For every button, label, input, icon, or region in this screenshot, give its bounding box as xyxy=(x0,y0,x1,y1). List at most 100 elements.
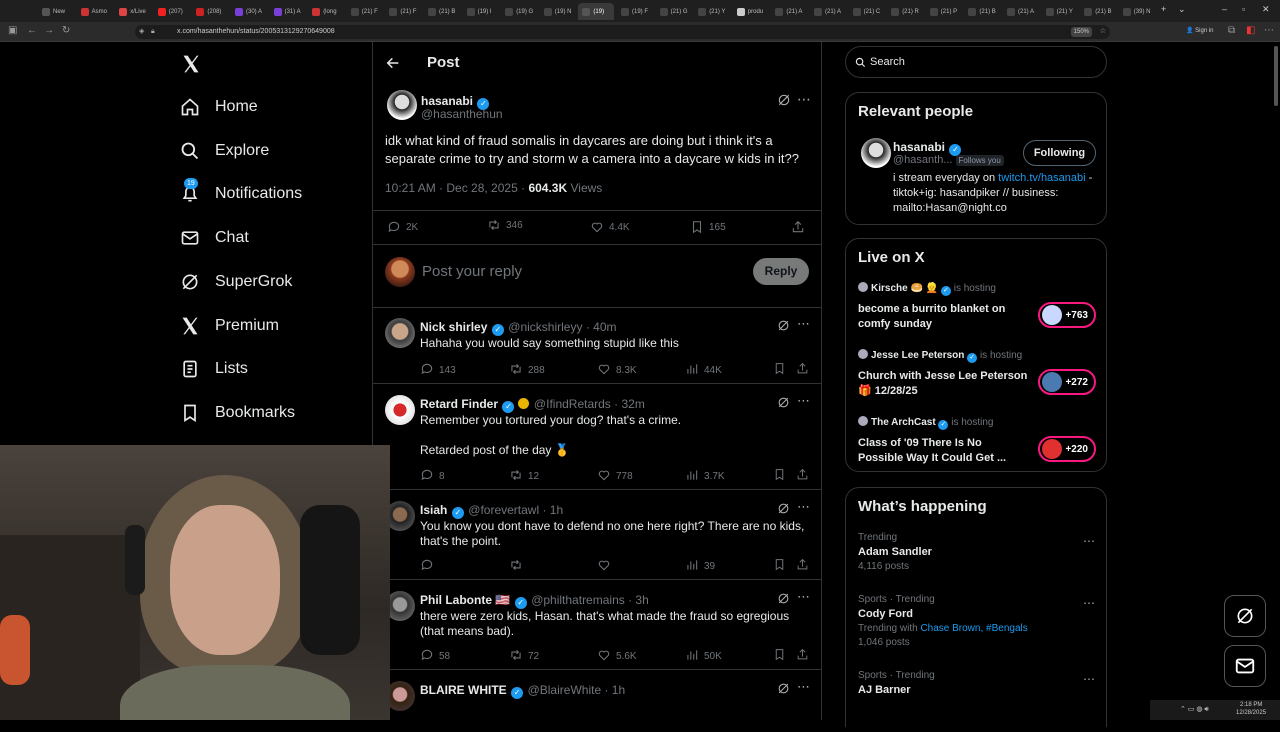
minimize-button[interactable]: – xyxy=(1222,4,1227,14)
browser-tab[interactable]: (21) Y xyxy=(694,3,730,20)
clock-date[interactable]: 12/28/2025 xyxy=(1236,710,1266,716)
browser-tab[interactable]: (19) I xyxy=(463,3,499,20)
like-button[interactable]: 5.6K xyxy=(597,648,637,665)
post-author-avatar[interactable] xyxy=(387,90,417,120)
share-icon[interactable] xyxy=(796,648,809,666)
extension-red-icon[interactable]: ◧ xyxy=(1246,25,1255,36)
views-button[interactable]: 3.7K xyxy=(685,468,725,485)
post-author-handle[interactable]: @hasanthehun xyxy=(421,107,503,121)
browser-tab[interactable]: (39) N xyxy=(1119,3,1155,20)
grok-icon[interactable] xyxy=(777,93,791,107)
zoom-badge[interactable]: 150% xyxy=(1070,27,1092,37)
more-icon[interactable]: ⋯ xyxy=(1083,534,1095,548)
back-icon[interactable]: ← xyxy=(27,25,37,36)
repost-button[interactable]: 346 xyxy=(487,218,523,232)
browser-tab[interactable]: (30) A xyxy=(231,3,267,20)
browser-tab[interactable]: (21) R xyxy=(887,3,923,20)
reply-author-name[interactable]: Isiah xyxy=(420,503,447,517)
grok-icon[interactable] xyxy=(777,319,790,337)
browser-tab[interactable]: (19) F xyxy=(617,3,653,20)
trend-item[interactable]: Sports · Trending AJ Barner ⋯ xyxy=(858,670,1103,730)
clock-time[interactable]: 2:18 PM xyxy=(1240,702,1262,708)
browser-tab[interactable]: Asmo xyxy=(77,3,113,20)
bio-link[interactable]: twitch.tv/hasanabi xyxy=(998,172,1085,184)
reply-author-handle[interactable]: @BlaireWhite · 1h xyxy=(528,683,626,697)
forward-icon[interactable]: → xyxy=(44,25,54,36)
reply-author-handle[interactable]: @IfindRetards · 32m xyxy=(534,397,645,411)
sidebar-item-lists[interactable]: Lists xyxy=(180,359,248,379)
reply-author-name[interactable]: Nick shirley xyxy=(420,320,487,334)
reply-item[interactable]: BLAIRE WHITE ✓ @BlaireWhite · 1h ⋯ xyxy=(373,672,821,732)
x-logo-icon[interactable] xyxy=(181,54,201,74)
reply-button[interactable]: 2K xyxy=(387,220,418,234)
repost-button[interactable]: 72 xyxy=(509,648,539,665)
sidebar-item-chat[interactable]: Chat xyxy=(180,228,249,248)
like-button[interactable]: 4.4K xyxy=(590,220,630,234)
bookmark-icon[interactable] xyxy=(773,648,786,666)
browser-tab[interactable]: produ xyxy=(733,3,769,20)
star-icon[interactable]: ☆ xyxy=(1100,25,1106,39)
post-author-name[interactable]: hasanabi xyxy=(421,94,473,108)
reply-input[interactable]: Post your reply xyxy=(422,263,522,280)
browser-tab[interactable]: (21) B xyxy=(964,3,1000,20)
browser-tab[interactable]: (21) A xyxy=(810,3,846,20)
extensions-icon[interactable]: ⧉ xyxy=(1228,25,1235,36)
browser-tab[interactable]: (21) A xyxy=(771,3,807,20)
relevant-handle[interactable]: @hasanth... xyxy=(893,154,952,166)
grok-icon[interactable] xyxy=(777,682,790,700)
bookmark-button[interactable]: 165 xyxy=(690,220,726,234)
search-box[interactable]: Search xyxy=(845,46,1107,78)
repost-button[interactable] xyxy=(509,558,528,575)
trend-with-links[interactable]: Chase Brown, #Bengals xyxy=(920,623,1027,634)
more-icon[interactable]: ⋯ xyxy=(797,91,811,108)
views-button[interactable]: 50K xyxy=(685,648,722,665)
tab-list-icon[interactable]: ⌄ xyxy=(1178,4,1186,15)
relevant-avatar[interactable] xyxy=(861,138,891,168)
browser-tab[interactable]: (21) B xyxy=(424,3,460,20)
messages-float-button[interactable] xyxy=(1224,645,1266,687)
live-listener-pill[interactable]: +763 xyxy=(1038,302,1096,328)
grok-icon[interactable] xyxy=(777,592,790,610)
browser-tab[interactable]: x/Live xyxy=(115,3,151,20)
sidebar-item-notifications[interactable]: 19 Notifications xyxy=(180,178,302,204)
sidebar-item-explore[interactable]: Explore xyxy=(180,141,269,161)
my-avatar[interactable] xyxy=(385,257,415,287)
trend-item[interactable]: Sports · Trending Cody Ford Trending with … xyxy=(858,594,1103,654)
search-input[interactable]: Search xyxy=(870,56,905,68)
new-tab-button[interactable]: + xyxy=(1161,4,1166,14)
reply-button[interactable]: 58 xyxy=(420,648,450,665)
more-icon[interactable]: ⋯ xyxy=(797,316,810,332)
live-item[interactable]: Kirsche 🥯 👱 ✓ is hosting become a burrito… xyxy=(858,282,1108,342)
more-icon[interactable]: ⋯ xyxy=(797,393,810,409)
maximize-button[interactable]: ▫ xyxy=(1242,4,1245,14)
reply-item[interactable]: Isiah ✓ @forevertawl · 1h ⋯ You know you d… xyxy=(373,492,821,580)
bookmark-icon[interactable] xyxy=(773,362,786,380)
browser-tab[interactable]: (21) B xyxy=(1080,3,1116,20)
more-icon[interactable]: ⋯ xyxy=(797,679,810,695)
sidebar-item-premium[interactable]: Premium xyxy=(180,316,279,336)
browser-tab[interactable]: (21) A xyxy=(1003,3,1039,20)
scrollbar[interactable] xyxy=(1274,46,1278,106)
browser-tab[interactable]: (31) A xyxy=(270,3,306,20)
browser-tab[interactable]: (21) Y xyxy=(1042,3,1078,20)
browser-tab[interactable]: (208) xyxy=(192,3,228,20)
like-button[interactable] xyxy=(597,558,616,575)
relevant-name[interactable]: hasanabi xyxy=(893,140,945,154)
reply-avatar[interactable] xyxy=(385,318,415,348)
browser-tab[interactable]: (19) N xyxy=(540,3,576,20)
sidebar-item-supergrok[interactable]: SuperGrok xyxy=(180,272,292,292)
bookmark-icon[interactable] xyxy=(773,468,786,486)
views-button[interactable]: 39 xyxy=(685,558,715,575)
trend-item[interactable]: Trending Adam Sandler 4,116 posts ⋯ xyxy=(858,532,1103,592)
like-button[interactable]: 778 xyxy=(597,468,633,485)
reload-icon[interactable]: ↻ xyxy=(62,25,70,36)
grok-icon[interactable] xyxy=(777,396,790,414)
views-button[interactable]: 44K xyxy=(685,362,722,379)
browser-tab[interactable]: (21) F xyxy=(385,3,421,20)
reply-button[interactable]: 143 xyxy=(420,362,456,379)
more-icon[interactable]: ⋯ xyxy=(797,499,810,515)
share-icon[interactable] xyxy=(796,558,809,576)
browser-tab[interactable]: (21) G xyxy=(656,3,692,20)
reply-author-handle[interactable]: @nickshirleyy · 40m xyxy=(508,320,616,334)
signin-link[interactable]: 👤 Sign in xyxy=(1186,27,1214,34)
